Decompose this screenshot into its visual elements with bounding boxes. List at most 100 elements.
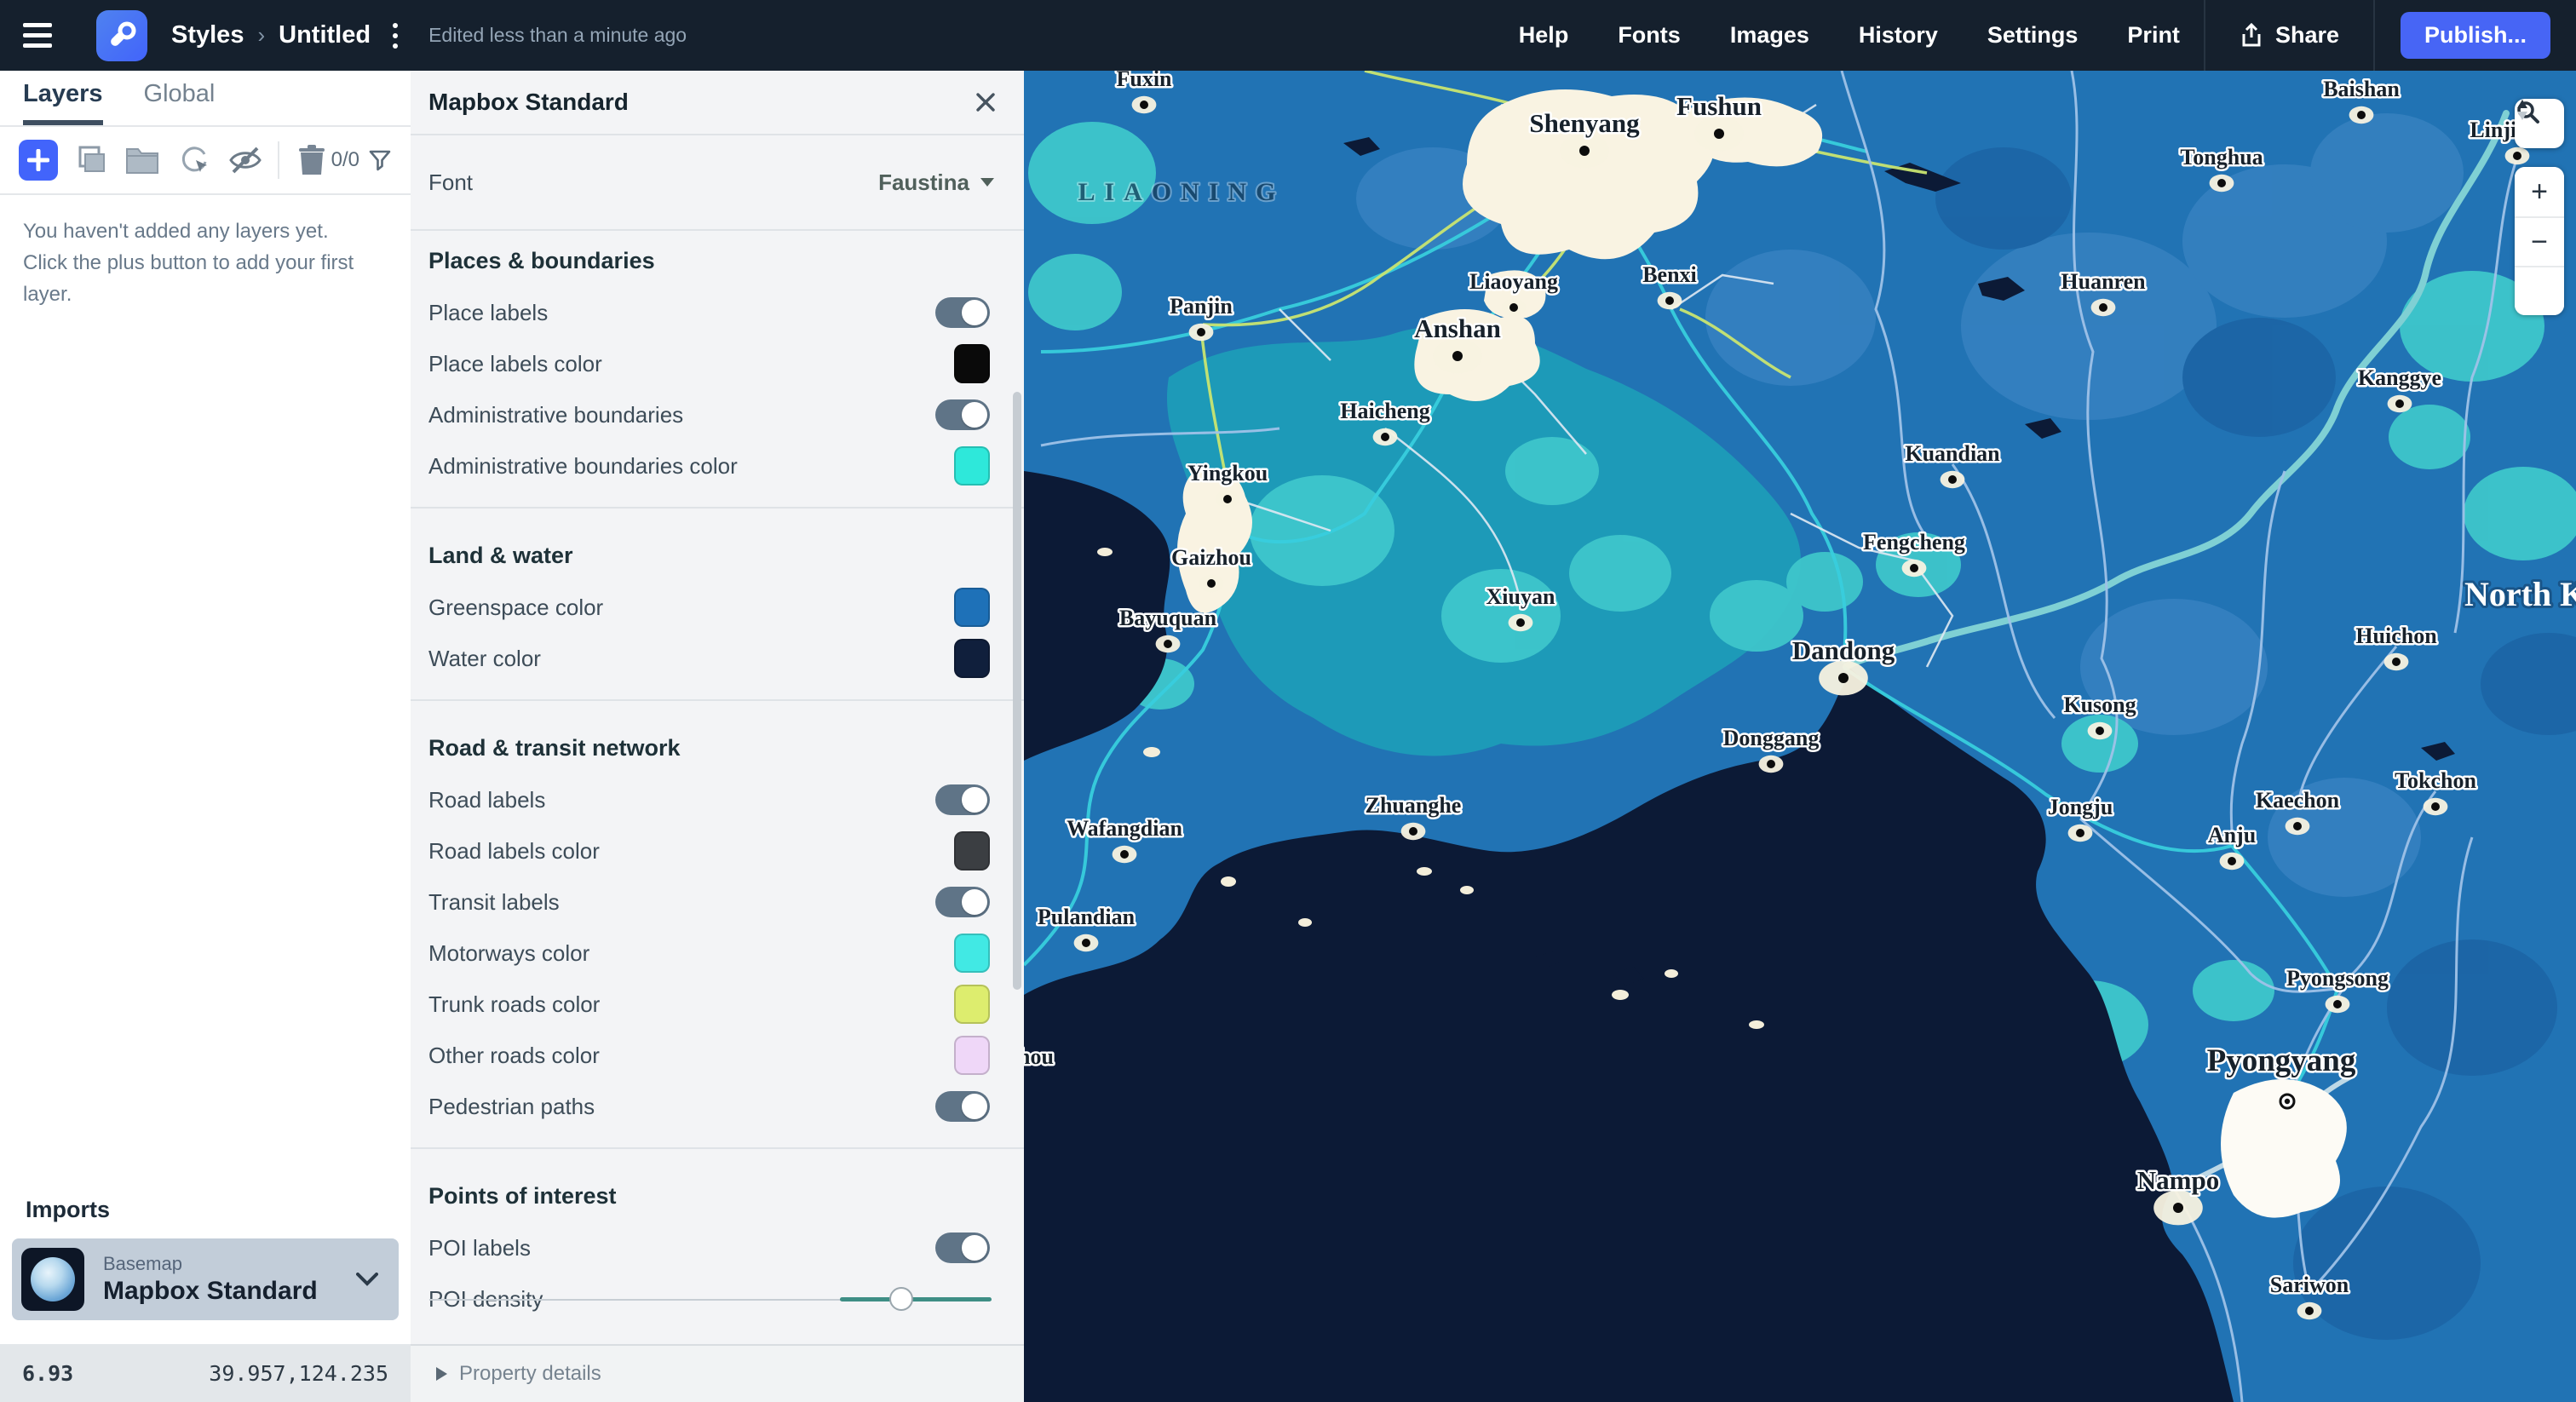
map-label-gaizhou: Gaizhou xyxy=(1171,545,1251,570)
font-select[interactable]: Faustina xyxy=(878,170,995,196)
city-dot-icon xyxy=(2217,179,2226,187)
cursor-coordinates: 39.957,124.235 xyxy=(209,1361,388,1386)
share-button[interactable]: Share xyxy=(2205,0,2373,71)
toolbar-divider xyxy=(278,141,279,179)
city-dot-icon xyxy=(2293,822,2302,830)
swatch-water-color[interactable] xyxy=(954,639,990,678)
imports-heading: Imports xyxy=(26,1197,399,1223)
city-dot-icon xyxy=(1140,101,1148,109)
slider-knob-poi-density[interactable] xyxy=(889,1287,913,1311)
map-label-pulandian: Pulandian xyxy=(1038,905,1136,929)
map-canvas[interactable]: FuxinShenyangFushunBaishanLinjiangTonghu… xyxy=(1024,71,2576,1402)
toggle-administrative-boundaries[interactable] xyxy=(935,399,990,430)
map-label-haicheng: Haicheng xyxy=(1340,399,1429,423)
topbar-menu-fonts[interactable]: Fonts xyxy=(1618,22,1681,49)
map-label-bayuquan: Bayuquan xyxy=(1119,606,1217,630)
map-label-dandong: Dandong xyxy=(1792,635,1895,665)
map-label-baishan: Baishan xyxy=(2323,77,2400,101)
edited-status: Edited less than a minute ago xyxy=(428,24,687,47)
map-label-kusong: Kusong xyxy=(2063,692,2136,717)
property-details-toggle[interactable]: Property details xyxy=(411,1344,1024,1402)
toggle-pedestrian-paths[interactable] xyxy=(935,1091,990,1122)
map-label-fengcheng: Fengcheng xyxy=(1863,530,1965,554)
setting-row-other-roads-color: Other roads color xyxy=(411,1030,1024,1081)
share-label: Share xyxy=(2275,22,2339,49)
map-label-tokchon: Tokchon xyxy=(2395,768,2476,793)
swatch-other-roads-color[interactable] xyxy=(954,1036,990,1075)
city-dot-icon xyxy=(1579,146,1590,156)
map-label-hou: hou xyxy=(1024,1044,1054,1069)
breadcrumb-styles[interactable]: Styles xyxy=(171,21,244,49)
filter-icon[interactable] xyxy=(368,148,392,172)
map-label-north-korea: North Korea xyxy=(2464,575,2576,613)
globe-thumbnail xyxy=(21,1248,84,1311)
swatch-administrative-boundaries-color[interactable] xyxy=(954,446,990,486)
toggle-road-labels[interactable] xyxy=(935,784,990,815)
toggle-poi-labels[interactable] xyxy=(935,1232,990,1263)
compass-button[interactable] xyxy=(2515,266,2564,315)
toggle-place-labels[interactable] xyxy=(935,297,990,328)
topbar-menu-images[interactable]: Images xyxy=(1730,22,1809,49)
hide-layer-button[interactable] xyxy=(227,141,264,180)
empty-layers-message: You haven't added any layers yet. Click … xyxy=(0,195,392,331)
map-label-jongju: Jongju xyxy=(2048,795,2113,819)
map-label-liaoyang: Liaoyang xyxy=(1469,269,1558,294)
city-dot-icon xyxy=(1207,579,1216,588)
swatch-trunk-roads-color[interactable] xyxy=(954,985,990,1024)
city-dot-icon xyxy=(1409,827,1417,836)
map-label-zhuanghe: Zhuanghe xyxy=(1366,793,1462,818)
topbar-right: Help Fonts Images History Settings Print Shar… xyxy=(1519,0,2576,71)
city-dot-icon xyxy=(1665,296,1674,305)
panel-scrollbar[interactable] xyxy=(1013,392,1021,990)
city-dot-icon xyxy=(2392,658,2401,666)
font-value: Faustina xyxy=(878,170,969,196)
select-layer-button[interactable] xyxy=(175,141,212,180)
city-dot-icon xyxy=(2305,1307,2314,1315)
city-dot-icon xyxy=(2431,802,2440,811)
map-render: FuxinShenyangFushunBaishanLinjiangTonghu… xyxy=(1024,71,2576,1402)
setting-row-road-labels: Road labels xyxy=(411,774,1024,825)
swatch-place-labels-color[interactable] xyxy=(954,344,990,383)
topbar-menu-help[interactable]: Help xyxy=(1519,22,1569,49)
style-options-kebab-icon[interactable] xyxy=(393,23,398,49)
zoom-in-button[interactable]: + xyxy=(2515,167,2564,216)
add-layer-button[interactable] xyxy=(19,140,58,181)
swatch-motorways-color[interactable] xyxy=(954,934,990,973)
city-dot-icon xyxy=(1509,303,1518,312)
panel-scroll-area[interactable]: Mapbox Standard Font Faustina Places & b… xyxy=(411,71,1024,1344)
capital-dot-icon xyxy=(2285,1099,2290,1104)
city-dot-icon xyxy=(2395,399,2404,408)
tab-layers[interactable]: Layers xyxy=(23,80,103,125)
duplicate-layer-button[interactable] xyxy=(72,141,109,180)
map-zoom-controls: + − xyxy=(2515,167,2564,315)
toggle-transit-labels[interactable] xyxy=(935,887,990,917)
topbar-menu-history[interactable]: History xyxy=(1859,22,1938,49)
topbar-menu-settings[interactable]: Settings xyxy=(1987,22,2079,49)
panel-sections: Places & boundariesPlace labelsPlace lab… xyxy=(411,229,1024,1340)
panel-title: Mapbox Standard xyxy=(428,89,629,116)
city-dot-icon xyxy=(2173,1203,2183,1213)
map-label-kuandian: Kuandian xyxy=(1905,441,2000,466)
close-panel-button[interactable] xyxy=(973,89,998,115)
panel-header: Mapbox Standard xyxy=(411,71,1024,135)
publish-button[interactable]: Publish... xyxy=(2401,12,2550,59)
font-row: Font Faustina xyxy=(411,135,1024,229)
mapbox-studio-logo-icon[interactable] xyxy=(96,10,147,61)
group-layers-button[interactable] xyxy=(124,141,161,180)
hamburger-menu-icon[interactable] xyxy=(23,10,74,61)
setting-row-greenspace-color: Greenspace color xyxy=(411,582,1024,633)
chevron-down-icon[interactable] xyxy=(356,1273,378,1286)
setting-label: Place labels color xyxy=(428,351,602,377)
breadcrumb-title[interactable]: Untitled xyxy=(279,21,371,49)
swatch-greenspace-color[interactable] xyxy=(954,588,990,627)
swatch-road-labels-color[interactable] xyxy=(954,831,990,871)
tab-global[interactable]: Global xyxy=(144,80,216,125)
layer-counter: 0/0 xyxy=(331,148,359,172)
zoom-out-button[interactable]: − xyxy=(2515,216,2564,266)
map-label-benxi: Benxi xyxy=(1642,262,1697,287)
setting-row-administrative-boundaries-color: Administrative boundaries color xyxy=(411,440,1024,491)
setting-label: POI labels xyxy=(428,1235,531,1261)
basemap-import-row[interactable]: Basemap Mapbox Standard xyxy=(12,1238,399,1320)
delete-layer-button[interactable] xyxy=(293,141,331,180)
topbar-menu-print[interactable]: Print xyxy=(2127,22,2180,49)
